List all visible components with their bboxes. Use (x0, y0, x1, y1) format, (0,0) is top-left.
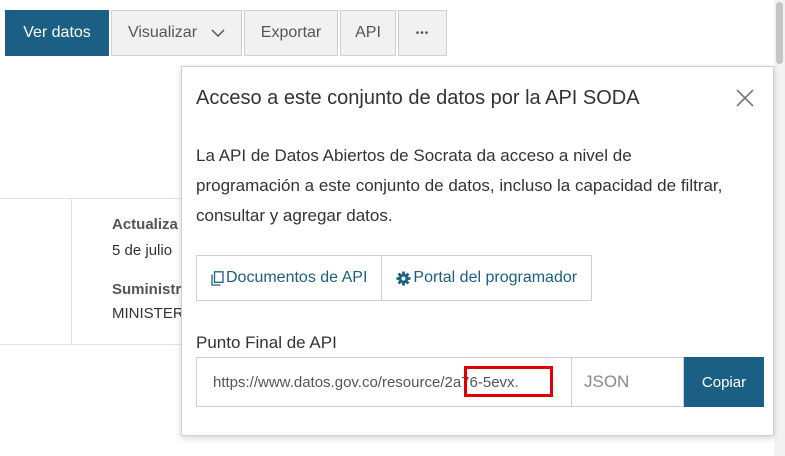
developer-portal-label: Portal del programador (413, 269, 578, 286)
endpoint-label: Punto Final de API (196, 333, 337, 352)
copy-label: Copiar (701, 373, 747, 391)
divider (71, 199, 72, 344)
chevron-down-icon (211, 29, 225, 38)
view-data-label: Ver datos (23, 24, 91, 41)
gear-icon (396, 270, 411, 286)
export-button[interactable]: Exportar (244, 10, 338, 56)
divider (0, 198, 190, 199)
copy-icon (211, 270, 224, 286)
api-popover: Acceso a este conjunto de datos por la A… (181, 66, 774, 436)
provider-label: Suministr (112, 281, 182, 298)
api-docs-label: Documentos de API (226, 269, 368, 286)
dataset-id-highlight (464, 366, 553, 397)
visualize-button[interactable]: Visualizar (111, 10, 242, 56)
close-icon[interactable] (734, 87, 756, 109)
api-label: API (355, 24, 381, 41)
more-options-icon: ••• (415, 27, 430, 39)
developer-portal-button[interactable]: Portal del programador (382, 255, 593, 301)
more-options-button[interactable]: ••• (398, 10, 447, 56)
scrollbar-thumb[interactable] (776, 2, 783, 64)
format-select[interactable]: JSON (571, 357, 684, 407)
popover-title: Acceso a este conjunto de datos por la A… (196, 87, 640, 109)
link-buttons: Documentos de API Portal del programador (196, 255, 593, 301)
api-docs-button[interactable]: Documentos de API (196, 255, 383, 301)
view-data-button[interactable]: Ver datos (5, 10, 109, 56)
updated-label: Actualiza (112, 216, 178, 233)
toolbar: Ver datos Visualizar Exportar API ••• (5, 10, 449, 56)
visualize-label: Visualizar (127, 24, 198, 41)
copy-button[interactable]: Copiar (684, 357, 764, 407)
endpoint-url-field[interactable]: https://www.datos.gov.co/resource/2a76-5… (196, 357, 571, 407)
api-button[interactable]: API (340, 10, 396, 56)
provider-value: MINISTER (112, 305, 184, 322)
format-value: JSON (584, 372, 630, 391)
popover-description: La API de Datos Abiertos de Socrata da a… (196, 146, 723, 225)
updated-value: 5 de julio (112, 242, 173, 259)
endpoint-row: https://www.datos.gov.co/resource/2a76-5… (196, 357, 764, 407)
scrollbar[interactable] (774, 0, 785, 456)
export-label: Exportar (260, 24, 322, 41)
divider (0, 344, 190, 345)
